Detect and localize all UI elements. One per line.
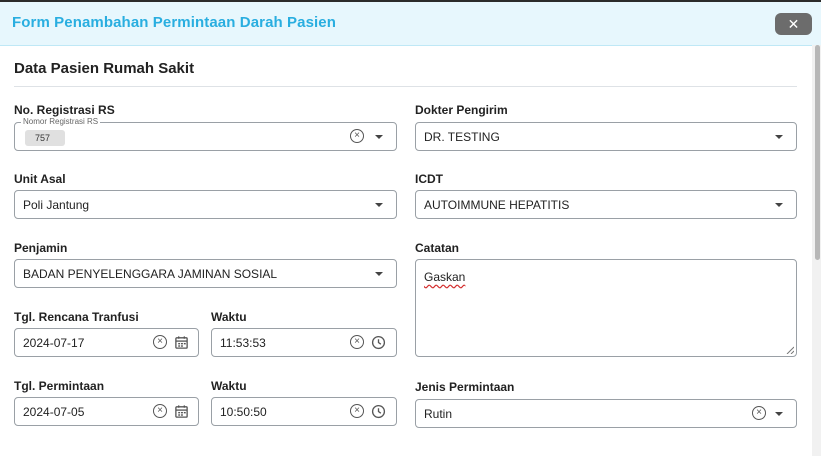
- no-registrasi-legend: Nomor Registrasi RS: [21, 117, 101, 127]
- no-registrasi-chip[interactable]: 757: [25, 130, 65, 146]
- calendar-icon[interactable]: [174, 335, 189, 350]
- jenis-permintaan-value: Rutin: [424, 407, 453, 421]
- close-icon: ✕: [787, 16, 800, 32]
- penjamin-value: BADAN PENYELENGGARA JAMINAN SOSIAL: [23, 267, 278, 281]
- tgl-permintaan-value: 2024-07-05: [23, 405, 85, 419]
- caret-down-icon[interactable]: [775, 135, 783, 139]
- circle-x-icon[interactable]: ×: [153, 404, 167, 418]
- no-registrasi-label: No. Registrasi RS: [14, 103, 115, 117]
- caret-down-icon[interactable]: [775, 412, 783, 416]
- waktu-permintaan-label: Waktu: [211, 379, 247, 393]
- icdt-value: AUTOIMMUNE HEPATITIS: [424, 198, 570, 212]
- tgl-rencana-tranfusi-value: 2024-07-17: [23, 336, 85, 350]
- circle-x-icon[interactable]: ×: [350, 404, 364, 418]
- jenis-permintaan-label: Jenis Permintaan: [415, 380, 515, 394]
- caret-down-icon[interactable]: [775, 203, 783, 207]
- waktu-tranfusi-value: 11:53:53: [220, 336, 266, 350]
- waktu-permintaan-input[interactable]: 10:50:50 ×: [211, 397, 397, 426]
- tgl-permintaan-input[interactable]: 2024-07-05 ×: [14, 397, 199, 426]
- waktu-tranfusi-label: Waktu: [211, 310, 247, 324]
- dokter-pengirim-label: Dokter Pengirim: [415, 103, 508, 117]
- circle-x-icon[interactable]: ×: [350, 129, 364, 143]
- caret-down-icon[interactable]: [375, 272, 383, 276]
- section-title: Data Pasien Rumah Sakit: [14, 60, 195, 77]
- unit-asal-label: Unit Asal: [14, 172, 66, 186]
- jenis-permintaan-select[interactable]: Rutin ×: [415, 399, 797, 428]
- unit-asal-value: Poli Jantung: [23, 198, 90, 212]
- circle-x-icon[interactable]: ×: [350, 335, 364, 349]
- no-registrasi-select[interactable]: Nomor Registrasi RS 757 ×: [14, 117, 397, 151]
- modal-header: Form Penambahan Permintaan Darah Pasien …: [0, 2, 821, 46]
- caret-down-icon[interactable]: [375, 203, 383, 207]
- catatan-textarea[interactable]: Gaskan: [415, 259, 797, 357]
- clock-icon[interactable]: [371, 404, 386, 419]
- caret-down-icon[interactable]: [375, 135, 383, 139]
- circle-x-icon[interactable]: ×: [153, 335, 167, 349]
- close-button[interactable]: ✕: [775, 13, 812, 35]
- dokter-pengirim-value: DR. TESTING: [424, 130, 500, 144]
- icdt-label: ICDT: [415, 172, 443, 186]
- waktu-tranfusi-input[interactable]: 11:53:53 ×: [211, 328, 397, 357]
- tgl-permintaan-label: Tgl. Permintaan: [14, 379, 105, 393]
- scrollbar-thumb[interactable]: [815, 45, 820, 260]
- icdt-select[interactable]: AUTOIMMUNE HEPATITIS: [415, 190, 797, 219]
- calendar-icon[interactable]: [174, 404, 189, 419]
- unit-asal-select[interactable]: Poli Jantung: [14, 190, 397, 219]
- catatan-label: Catatan: [415, 241, 460, 255]
- tgl-rencana-tranfusi-input[interactable]: 2024-07-17 ×: [14, 328, 199, 357]
- catatan-value: Gaskan: [424, 270, 466, 284]
- section-divider: [14, 86, 797, 87]
- penjamin-label: Penjamin: [14, 241, 68, 255]
- resize-grip-icon[interactable]: [786, 346, 794, 354]
- modal-title: Form Penambahan Permintaan Darah Pasien: [12, 14, 337, 31]
- tgl-rencana-tranfusi-label: Tgl. Rencana Tranfusi: [14, 310, 139, 324]
- dokter-pengirim-select[interactable]: DR. TESTING: [415, 122, 797, 151]
- waktu-permintaan-value: 10:50:50: [220, 405, 267, 419]
- penjamin-select[interactable]: BADAN PENYELENGGARA JAMINAN SOSIAL: [14, 259, 397, 288]
- clock-icon[interactable]: [371, 335, 386, 350]
- circle-x-icon[interactable]: ×: [752, 406, 766, 420]
